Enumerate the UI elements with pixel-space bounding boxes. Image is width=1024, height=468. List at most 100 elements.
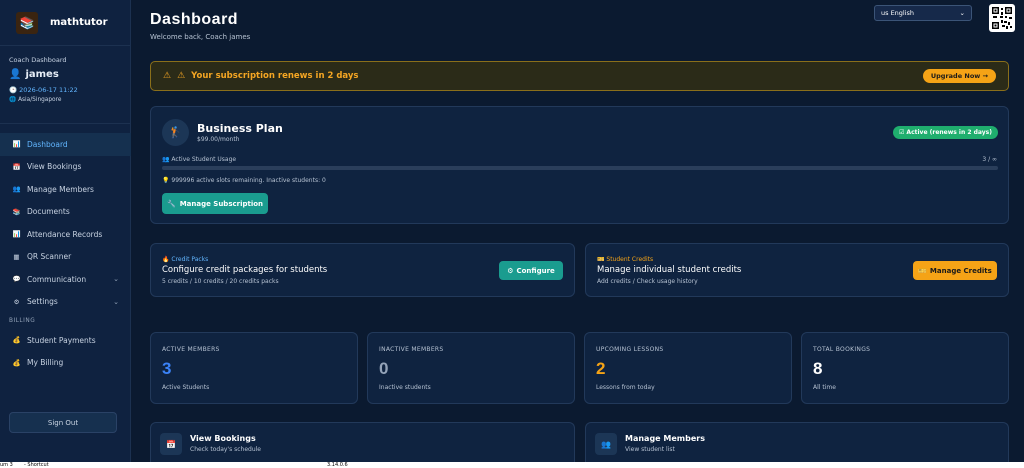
wrench-icon: 🔧 [166,199,176,208]
quick-link-title: View Bookings [190,434,256,443]
sidebar-item-view-bookings[interactable]: 📅 View Bookings [0,156,131,179]
sidebar-item-settings[interactable]: ⚙ Settings ⌄ [0,291,131,314]
quick-link-sub: Check today's schedule [190,446,261,453]
sidebar-item-attendance[interactable]: 📊 Attendance Records [0,223,131,246]
chevron-down-icon: ⌄ [113,297,119,306]
manage-subscription-button[interactable]: 🔧 Manage Subscription [162,193,268,214]
money-bag-icon: 💰 [12,358,21,367]
sidebar-item-manage-members[interactable]: 👥 Manage Members [0,178,131,201]
gear-icon: ⚙ [507,266,514,275]
plan-card: 🏌 Business Plan $99.00/month ☑ Active (r… [150,106,1009,224]
coach-label: Coach Dashboard [9,56,67,64]
chevron-down-icon: ⌄ [113,275,119,284]
page-title: Dashboard [150,11,239,28]
taskbar-shortcut[interactable]: - Shortcut [24,462,49,468]
plan-name: Business Plan [197,122,283,135]
money-bag-icon: 💰 [12,336,21,345]
subscription-banner: ⚠ ⚠ Your subscription renews in 2 days U… [150,61,1009,91]
stat-value: 8 [813,359,823,378]
main-content: Dashboard Welcome back, Coach james us E… [131,0,1024,462]
stat-card-total-bookings: TOTAL BOOKINGS 8 All time [801,332,1009,404]
sidebar-item-dashboard[interactable]: 📊 Dashboard [0,133,131,156]
configure-button[interactable]: ⚙ Configure [499,261,563,280]
fire-icon: 🔥 [162,256,172,263]
sidebar-item-qr-scanner[interactable]: ▦ QR Scanner [0,246,131,269]
billing-section-label: BILLING [9,318,36,324]
status-text: Active (renews in 2 days) [906,129,992,136]
users-icon: 👥 [12,185,21,194]
sidebar-nav: 📊 Dashboard 📅 View Bookings 👥 Manage Member… [0,133,131,374]
sign-out-button[interactable]: Sign Out [9,412,117,433]
stat-desc: Lessons from today [596,384,655,391]
brand-name: mathtutor [50,17,108,28]
coach-datetime: 🕑 2026-06-17 11:22 [9,86,121,94]
qr-code[interactable] [989,4,1015,32]
chat-icon: 💬 [12,275,21,284]
sidebar-item-label: Communication [27,274,87,284]
usage-progress-bar [162,166,998,170]
tag-text: Credit Packs [171,256,209,263]
manage-credits-button[interactable]: 🎫 Manage Credits [913,261,997,280]
stat-card-active-members: ACTIVE MEMBERS 3 Active Students [150,332,358,404]
coach-timezone: 🌐 Asia/Singapore [9,97,121,103]
taskbar-left: um 3 [0,462,13,468]
credit-packs-card: 🔥 Credit Packs Configure credit packages… [150,243,575,297]
calendar-icon: 📅 [12,162,21,171]
calendar-icon: 📅 [160,433,182,455]
qr-code-image [992,7,1012,29]
sidebar-item-label: Student Payments [27,335,96,345]
chart-icon: 📊 [12,230,21,239]
welcome-text: Welcome back, Coach james [150,33,251,41]
language-value: us English [881,9,915,17]
credit-packs-tag: 🔥 Credit Packs [162,256,208,263]
sidebar-item-label: Documents [27,207,70,217]
stat-value: 2 [596,359,606,378]
clock-icon: 🕑 [9,86,20,94]
brand: 📚 mathtutor [0,0,130,46]
stat-label: ACTIVE MEMBERS [162,346,220,353]
quick-link-manage-members[interactable]: 👥 Manage Members View student list [585,422,1009,462]
stat-label: INACTIVE MEMBERS [379,346,444,353]
gear-icon: ⚙ [13,297,20,306]
stat-value: 0 [379,359,389,378]
usage-label: 👥 Active Student Usage [162,156,236,163]
usage-value: 3 / ∞ [982,156,997,163]
qr-icon: ▦ [13,252,20,261]
sidebar-item-label: Attendance Records [27,229,103,239]
plan-price: $99.00/month [197,136,240,143]
taskbar: um 3 - Shortcut 3.14.0.6 [0,462,1024,468]
warning-icon: ⚠ [177,71,186,81]
sidebar-item-label: QR Scanner [27,252,72,262]
student-credits-sub: Add credits / Check usage history [597,278,698,285]
slots-text-value: 999996 active slots remaining. Inactive … [171,177,326,184]
stat-desc: Active Students [162,384,210,391]
student-credits-card: 🎫 Student Credits Manage individual stud… [585,243,1009,297]
sidebar-item-my-billing[interactable]: 💰 My Billing [0,352,131,375]
sidebar-item-label: Manage Members [27,184,94,194]
sidebar-item-communication[interactable]: 💬 Communication ⌄ [0,268,131,291]
brand-logo: 📚 [16,11,38,34]
slots-text: 💡 999996 active slots remaining. Inactiv… [162,177,326,184]
documents-icon: 📚 [12,207,21,216]
button-label: Manage Subscription [179,199,264,208]
student-credits-tag: 🎫 Student Credits [597,256,653,263]
sidebar-item-documents[interactable]: 📚 Documents [0,201,131,224]
sidebar: 📚 mathtutor Coach Dashboard 👤 james 🕑 202… [0,0,131,462]
student-credits-heading: Manage individual student credits [597,265,742,275]
ticket-icon: 🎫 [918,266,927,275]
lightbulb-icon: 💡 [162,177,172,184]
usage-label-text: Active Student Usage [171,156,237,163]
stat-card-inactive-members: INACTIVE MEMBERS 0 Inactive students [367,332,575,404]
language-select[interactable]: us English ⌄ [874,5,972,21]
quick-link-view-bookings[interactable]: 📅 View Bookings Check today's schedule [150,422,575,462]
status-badge: ☑ Active (renews in 2 days) [892,126,998,139]
stat-card-upcoming-lessons: UPCOMING LESSONS 2 Lessons from today [584,332,792,404]
users-icon: 👥 [162,156,172,163]
coach-name: 👤 james [9,69,121,80]
sidebar-item-student-payments[interactable]: 💰 Student Payments [0,329,131,352]
tag-text: Student Credits [606,256,654,263]
upgrade-now-button[interactable]: Upgrade Now → [922,69,996,83]
sidebar-item-label: Settings [27,297,58,307]
datetime-text: 2026-06-17 11:22 [19,86,78,94]
stat-desc: All time [813,384,836,391]
